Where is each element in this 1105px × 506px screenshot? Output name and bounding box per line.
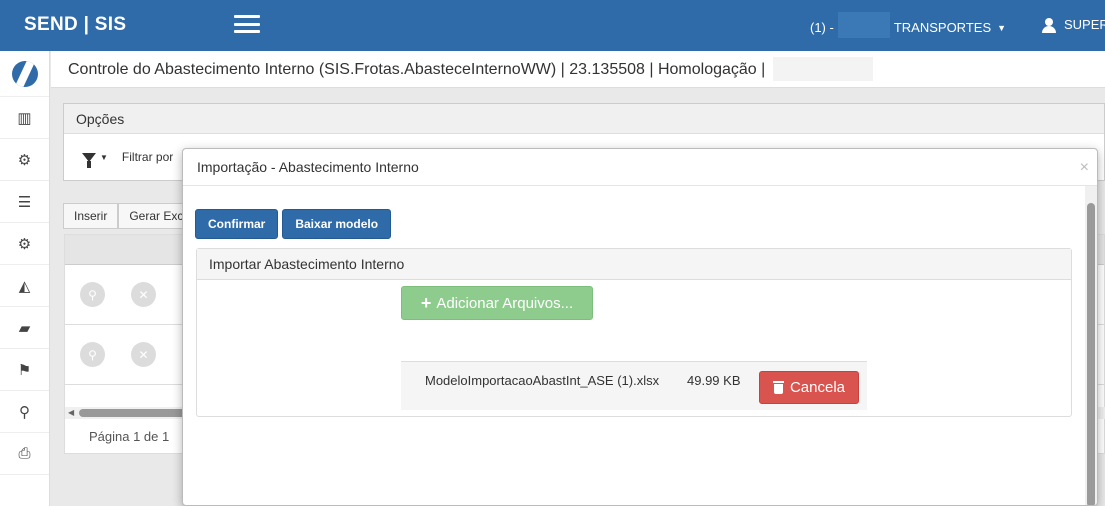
sidebar-item-settings[interactable]: ⚙ — [0, 139, 49, 181]
chart-bar-icon: ▥ — [17, 109, 32, 127]
redacted-block — [837, 12, 890, 38]
flag-icon: ⚑ — [17, 361, 32, 379]
sidebar: ▥ ⚙ ☰ ⚙ ◭ ▰ ⚑ ⚲ ⎙ — [0, 51, 50, 506]
modal-scrollbar-thumb[interactable] — [1087, 203, 1095, 505]
insert-button[interactable]: Inserir — [63, 203, 119, 229]
user-icon — [1042, 17, 1056, 33]
delete-icon[interactable]: ✕ — [131, 282, 156, 307]
close-icon[interactable]: × — [1080, 159, 1089, 177]
import-panel-title: Importar Abastecimento Interno — [197, 249, 1071, 280]
trash-icon — [772, 381, 784, 394]
confirm-button[interactable]: Confirmar — [195, 209, 279, 239]
download-template-button[interactable]: Baixar modelo — [282, 209, 392, 239]
import-panel: Importar Abastecimento Interno + Adicion… — [196, 248, 1072, 417]
scroll-left-icon[interactable]: ◀ — [68, 408, 74, 417]
grid-toolbar: Inserir Gerar Exc — [63, 203, 195, 229]
sidebar-item-print[interactable]: ⎙ — [0, 433, 49, 475]
scrollbar-thumb[interactable] — [79, 409, 189, 417]
sidebar-item-flag[interactable]: ⚑ — [0, 349, 49, 391]
menu-toggle-icon[interactable] — [234, 15, 260, 33]
app-logo-icon — [11, 60, 38, 87]
delete-icon[interactable]: ✕ — [131, 342, 156, 367]
view-icon[interactable]: ⚲ — [80, 342, 105, 367]
file-name: ModeloImportacaoAbastInt_ASE (1).xlsx — [425, 373, 660, 388]
plus-icon: + — [420, 292, 432, 313]
sidebar-item-reports[interactable]: ◭ — [0, 265, 49, 307]
company-prefix: (1) - — [810, 20, 834, 35]
sidebar-item-list[interactable]: ☰ — [0, 181, 49, 223]
caret-down-icon: ▼ — [997, 22, 1007, 33]
import-modal: Importação - Abastecimento Interno × Con… — [182, 148, 1098, 506]
sidebar-logo[interactable] — [0, 51, 49, 97]
sidebar-item-fleet[interactable]: ▰ — [0, 307, 49, 349]
company-name: TRANSPORTES — [893, 20, 992, 35]
user-name: SUPER — [1064, 17, 1105, 32]
gear-icon: ⚙ — [17, 151, 32, 169]
search-icon: ⚲ — [19, 403, 30, 421]
caret-down-icon: ▼ — [100, 152, 108, 162]
file-size: 49.99 KB — [687, 373, 741, 388]
modal-title: Importação - Abastecimento Interno — [197, 159, 419, 175]
view-icon[interactable]: ⚲ — [80, 282, 105, 307]
list-icon: ☰ — [17, 193, 32, 211]
upload-file-row: ModeloImportacaoAbastInt_ASE (1).xlsx 49… — [401, 361, 867, 410]
user-menu[interactable]: SUPER — [1042, 17, 1105, 33]
sidebar-item-search[interactable]: ⚲ — [0, 391, 49, 433]
cancel-label: Cancela — [789, 379, 846, 396]
company-selector[interactable]: (1) - TRANSPORTES ▼ — [810, 12, 1007, 38]
add-files-label: Adicionar Arquivos... — [436, 294, 574, 312]
print-icon: ⎙ — [18, 445, 31, 462]
gears-icon: ⚙ — [17, 235, 32, 253]
brand-logo[interactable]: SEND | SIS — [24, 14, 126, 36]
filter-row: ▼ Filtrar por — [82, 150, 174, 168]
top-navbar: SEND | SIS (1) - TRANSPORTES ▼ SUPER — [0, 0, 1105, 51]
filter-label: Filtrar por — [121, 150, 174, 164]
pagination-label: Página 1 de 1 — [89, 429, 170, 444]
sidebar-item-charts[interactable]: ▥ — [0, 97, 49, 139]
area-chart-icon: ◭ — [18, 277, 31, 295]
modal-actions: Confirmar Baixar modelo — [195, 209, 392, 239]
cancel-upload-button[interactable]: Cancela — [759, 371, 859, 404]
page-header: Controle do Abastecimento Interno (SIS.F… — [51, 51, 1105, 88]
options-panel-title: Opções — [64, 104, 1104, 134]
modal-header: Importação - Abastecimento Interno × — [183, 149, 1097, 186]
redacted-block — [773, 57, 873, 81]
page-title: Controle do Abastecimento Interno (SIS.F… — [68, 61, 766, 78]
add-files-button[interactable]: + Adicionar Arquivos... — [401, 286, 593, 320]
truck-icon: ▰ — [18, 319, 31, 337]
sidebar-item-config[interactable]: ⚙ — [0, 223, 49, 265]
filter-icon[interactable] — [82, 152, 96, 168]
